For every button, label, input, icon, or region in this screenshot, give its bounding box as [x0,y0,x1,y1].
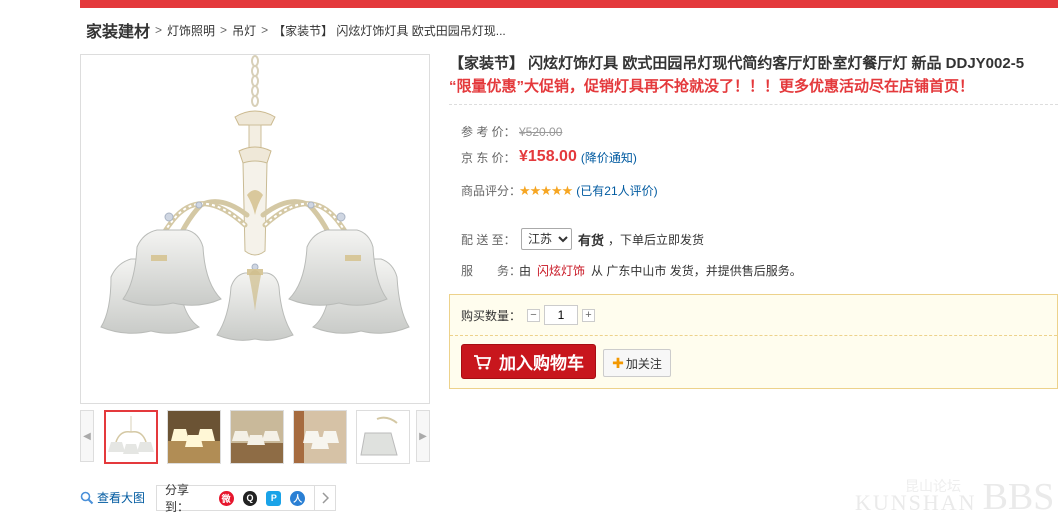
thumb-prev-button[interactable]: ◀ [80,410,94,462]
quantity-increase-button[interactable]: + [582,308,596,322]
share-bar: 分享到： 微 Q P 人 [156,483,336,514]
view-large-label: 查看大图 [97,491,146,505]
cart-icon [474,354,491,369]
promo-text: “限量优惠”大促销，促销灯具再不抢就没了！！！更多优惠活动尽在店铺首页！ [449,78,975,95]
ref-price-row: 参 考 价： ¥520.00 [461,123,562,140]
divider [449,104,1058,105]
chevron-right-icon [322,492,330,504]
quantity-decrease-button[interactable]: − [527,308,541,322]
thumbnail-image [357,411,409,463]
product-main-image[interactable] [80,54,430,404]
quantity-input[interactable] [544,305,579,325]
thumbnail-image [168,411,220,463]
share-label: 分享到： [165,483,190,514]
thumbnail-image [106,412,156,462]
add-to-cart-label: 加入购物车 [499,354,584,373]
chandelier-image [100,55,410,341]
thumbnail-strip [104,410,410,464]
watermark-logo: 昆山论坛 KUNSHAN BBS [855,478,1054,516]
follow-label: 加关注 [625,356,662,371]
thumbnail-1[interactable] [104,410,158,464]
top-red-bar [80,0,1058,8]
stock-status: 有货 [578,232,605,248]
product-title: 【家装节】 闪炫灯饰灯具 欧式田园吊灯现代简约客厅灯卧室灯餐厅灯 新品 DDJY… [449,55,1025,72]
buy-box: 购买数量： − + 加入购物车 ✚ 加关注 [449,294,1058,389]
watermark-cn: 昆山论坛 [905,479,961,495]
breadcrumb-separator: > [261,23,269,37]
renren-icon[interactable]: 人 [290,490,306,506]
breadcrumb-item-lighting[interactable]: 灯饰照明 [167,22,215,39]
weibo-icon[interactable]: 微 [218,490,234,506]
rating-row: 商品评分： ★★★★★ (已有21人评价) [461,182,658,199]
jd-price-row: 京 东 价： ¥158.00 (降价通知) [461,148,637,166]
magnifier-icon [80,491,94,504]
breadcrumb-item-product: 【家装节】 闪炫灯饰灯具 欧式田园吊灯现... [273,23,506,38]
plus-icon: ✚ [612,354,624,371]
delivery-row: 配 送 至： 江苏 有货 ，下单后立即发货 [461,228,704,250]
thumbnail-5[interactable] [356,410,410,464]
service-label: 服 务： [461,264,522,278]
breadcrumb: 家装建材 > 灯饰照明 > 吊灯 > 【家装节】 闪炫灯饰灯具 欧式田园吊灯现.… [86,19,506,41]
service-row: 服 务： 由 闪炫灯饰 从 广东中山市 发货，并提供售后服务。 [461,262,802,279]
breadcrumb-root[interactable]: 家装建材 [86,18,150,42]
share-more-button[interactable] [314,486,335,510]
view-large-link[interactable]: 查看大图 [80,489,145,506]
quantity-label: 购买数量： [461,308,522,323]
ship-note: ，下单后立即发货 [608,232,705,247]
qzone-icon[interactable]: P [266,490,282,506]
price-notify-link[interactable]: (降价通知) [581,149,637,166]
rating-stars-icon: ★★★★★ [519,182,573,198]
ref-price-label: 参 考 价： [461,125,516,139]
add-to-cart-button[interactable]: 加入购物车 [461,344,596,379]
thumb-next-button[interactable]: ▶ [416,410,430,462]
seller-link[interactable]: 闪炫灯饰 [537,262,585,279]
breadcrumb-separator: > [220,23,228,37]
rating-label: 商品评分： [461,184,522,198]
breadcrumb-item-pendant[interactable]: 吊灯 [232,22,256,39]
rating-count-link[interactable]: (已有21人评价) [576,182,657,199]
follow-button[interactable]: ✚ 加关注 [603,349,671,377]
region-select[interactable]: 江苏 [521,228,572,250]
service-suffix: 从 广东中山市 发货，并提供售后服务。 [591,264,802,278]
service-prefix: 由 [519,264,532,278]
thumbnail-4[interactable] [293,410,347,464]
ref-price-value: ¥520.00 [519,124,563,139]
thumbnail-3[interactable] [230,410,284,464]
quantity-row: 购买数量： − + [461,305,596,325]
breadcrumb-separator: > [155,23,163,37]
thumbnail-2[interactable] [167,410,221,464]
watermark-bbs: BBS [982,476,1055,518]
delivery-label: 配 送 至： [461,232,516,247]
thumbnail-image [231,411,283,463]
jd-price-label: 京 东 价： [461,150,516,165]
buy-divider [450,335,1057,336]
jd-price-value: ¥158.00 [519,148,577,165]
thumbnail-image [294,411,346,463]
qq-icon[interactable]: Q [242,490,258,506]
